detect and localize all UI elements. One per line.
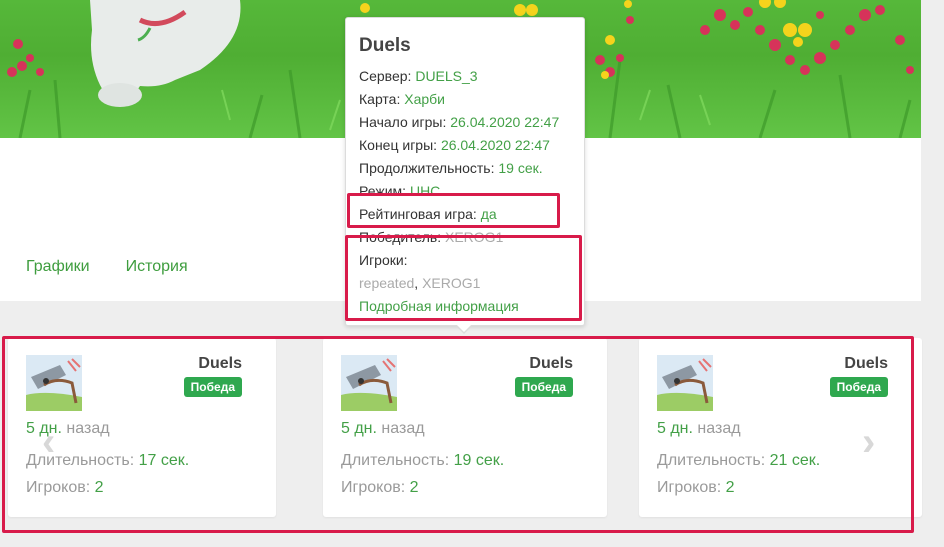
cards-highlight-box [2, 336, 914, 533]
ranked-highlight-box [347, 193, 560, 228]
end-row: Конец игры: 26.04.2020 22:47 [359, 137, 550, 153]
duration-row: Продолжительность: 19 сек. [359, 160, 543, 176]
players-highlight-box [345, 235, 582, 321]
tooltip-arrow-inner [456, 324, 472, 332]
map-row: Карта: Харби [359, 91, 445, 107]
profile-tabs: Графики История [26, 258, 188, 276]
tooltip-title: Duels [359, 35, 411, 56]
tab-history[interactable]: История [126, 258, 188, 276]
start-row: Начало игры: 26.04.2020 22:47 [359, 114, 560, 130]
server-row: Сервер: DUELS_3 [359, 68, 478, 84]
tab-charts[interactable]: Графики [26, 258, 90, 276]
